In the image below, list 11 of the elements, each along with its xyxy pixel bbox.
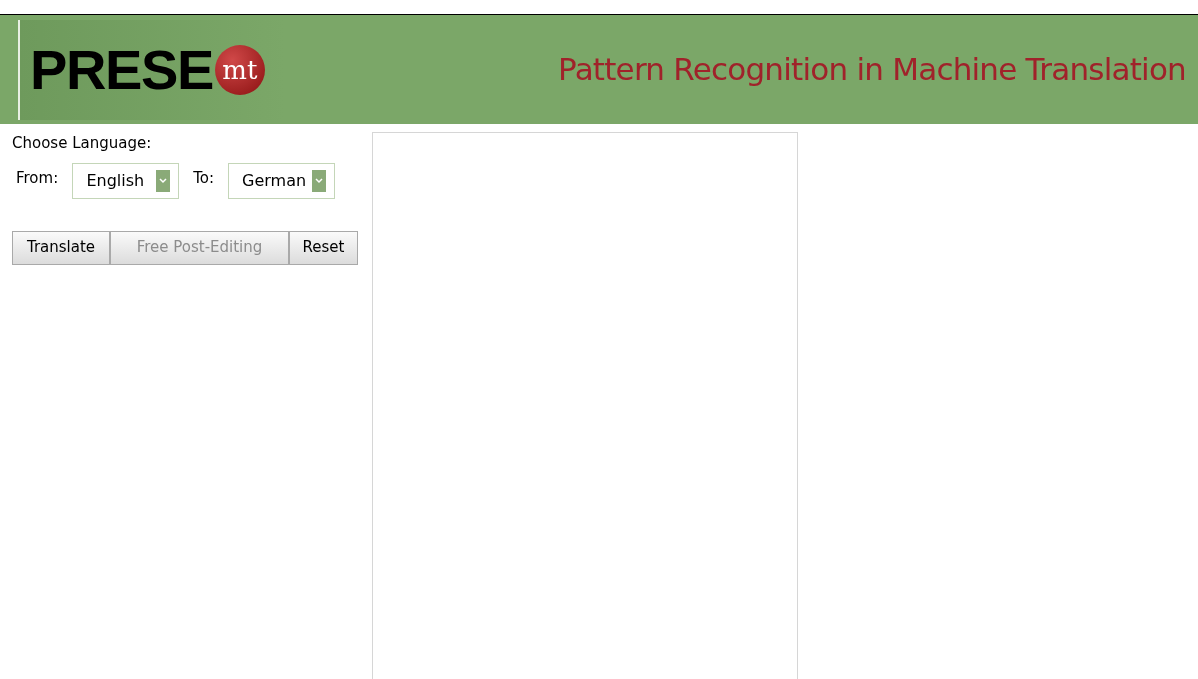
- action-button[interactable]: Translate: [12, 230, 110, 265]
- to-select[interactable]: German: [228, 162, 336, 199]
- logo-badge: mt: [214, 44, 265, 95]
- tagline: Pattern Recognition in Machine Translation: [558, 50, 1186, 90]
- from-select[interactable]: English: [72, 162, 180, 199]
- action-button[interactable]: Reset: [289, 230, 358, 265]
- text-area[interactable]: [372, 132, 798, 679]
- to-label: To:: [193, 168, 215, 190]
- section-title: Choose Language:: [12, 133, 152, 154]
- logo-text: PRESE: [30, 41, 213, 98]
- from-label: From:: [16, 168, 59, 190]
